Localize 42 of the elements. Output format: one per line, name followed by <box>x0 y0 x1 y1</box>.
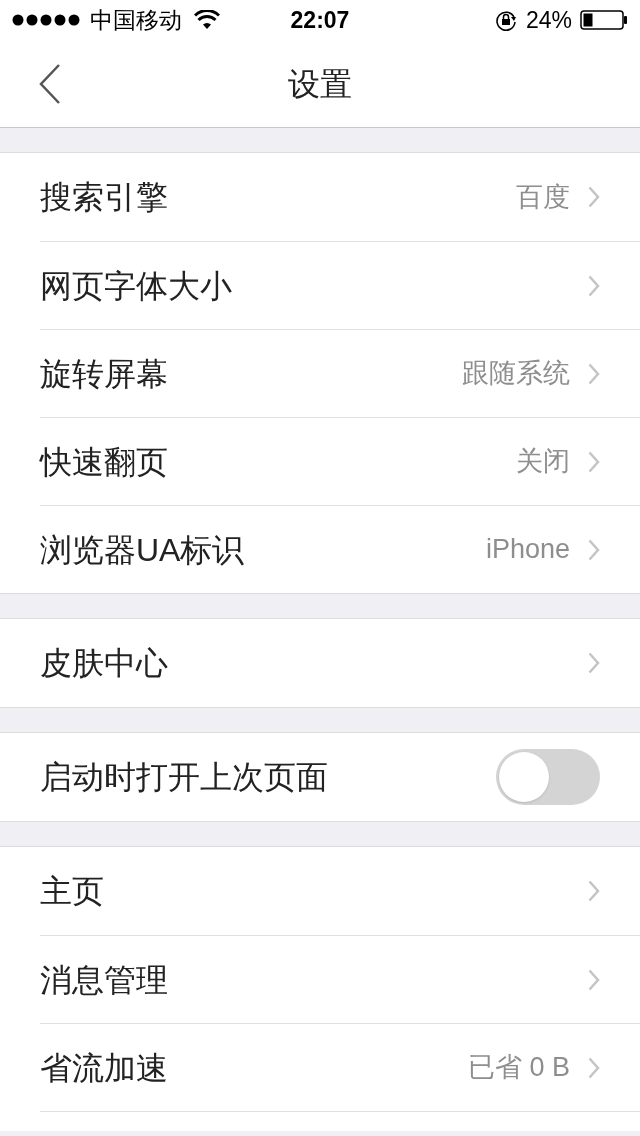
chevron-right-icon <box>588 450 600 473</box>
row-value: 跟随系统 <box>462 357 570 391</box>
row-value: 已省 0 B <box>467 1051 570 1085</box>
chevron-right-icon <box>588 968 600 991</box>
row-value: 百度 <box>516 180 570 214</box>
chevron-right-icon <box>588 1056 600 1079</box>
row-label: 浏览器UA标识 <box>40 530 246 570</box>
carrier-name: 中国移动 <box>90 5 182 35</box>
row-label: 省流加速 <box>40 1048 169 1088</box>
row-label: 网页字体大小 <box>40 266 233 306</box>
row-value: iPhone <box>485 533 570 567</box>
battery-icon <box>580 10 628 30</box>
chevron-right-icon <box>588 362 600 385</box>
toggle-switch[interactable] <box>496 749 600 805</box>
rotation-lock-icon <box>493 8 518 32</box>
row-label: 启动时打开上次页面 <box>40 758 329 797</box>
chevron-right-icon <box>588 880 600 902</box>
battery-percentage: 24% <box>525 5 572 35</box>
clock-time: 22:07 <box>290 5 350 35</box>
page-title: 设置 <box>288 64 352 104</box>
settings-row[interactable]: 消息管理 <box>40 935 640 1023</box>
row-value: 关闭 <box>516 445 570 479</box>
row-label: 快速翻页 <box>40 442 169 482</box>
signal-icon <box>12 14 80 26</box>
back-chevron-icon <box>39 64 61 104</box>
chevron-right-icon <box>588 538 600 561</box>
settings-row[interactable]: 省流加速 已省 0 B <box>40 1023 640 1111</box>
row-label: 主页 <box>40 872 105 911</box>
chevron-right-icon <box>588 652 600 674</box>
row-label: 搜索引擎 <box>40 178 169 217</box>
settings-row[interactable]: 搜索引擎 百度 <box>40 153 640 241</box>
chevron-right-icon <box>588 186 600 208</box>
settings-row[interactable]: 旋转屏幕 跟随系统 <box>40 329 640 417</box>
wifi-icon <box>194 10 220 30</box>
settings-row[interactable]: 网页字体大小 <box>40 241 640 329</box>
chevron-right-icon <box>588 274 600 297</box>
row-label: 消息管理 <box>40 960 169 1000</box>
row-label: 皮肤中心 <box>40 644 169 683</box>
row-label: 旋转屏幕 <box>40 354 169 394</box>
settings-row[interactable]: 主页 <box>40 847 640 935</box>
settings-row[interactable]: 浏览器UA标识 iPhone <box>40 505 640 593</box>
settings-row[interactable]: 快速翻页 关闭 <box>40 417 640 505</box>
